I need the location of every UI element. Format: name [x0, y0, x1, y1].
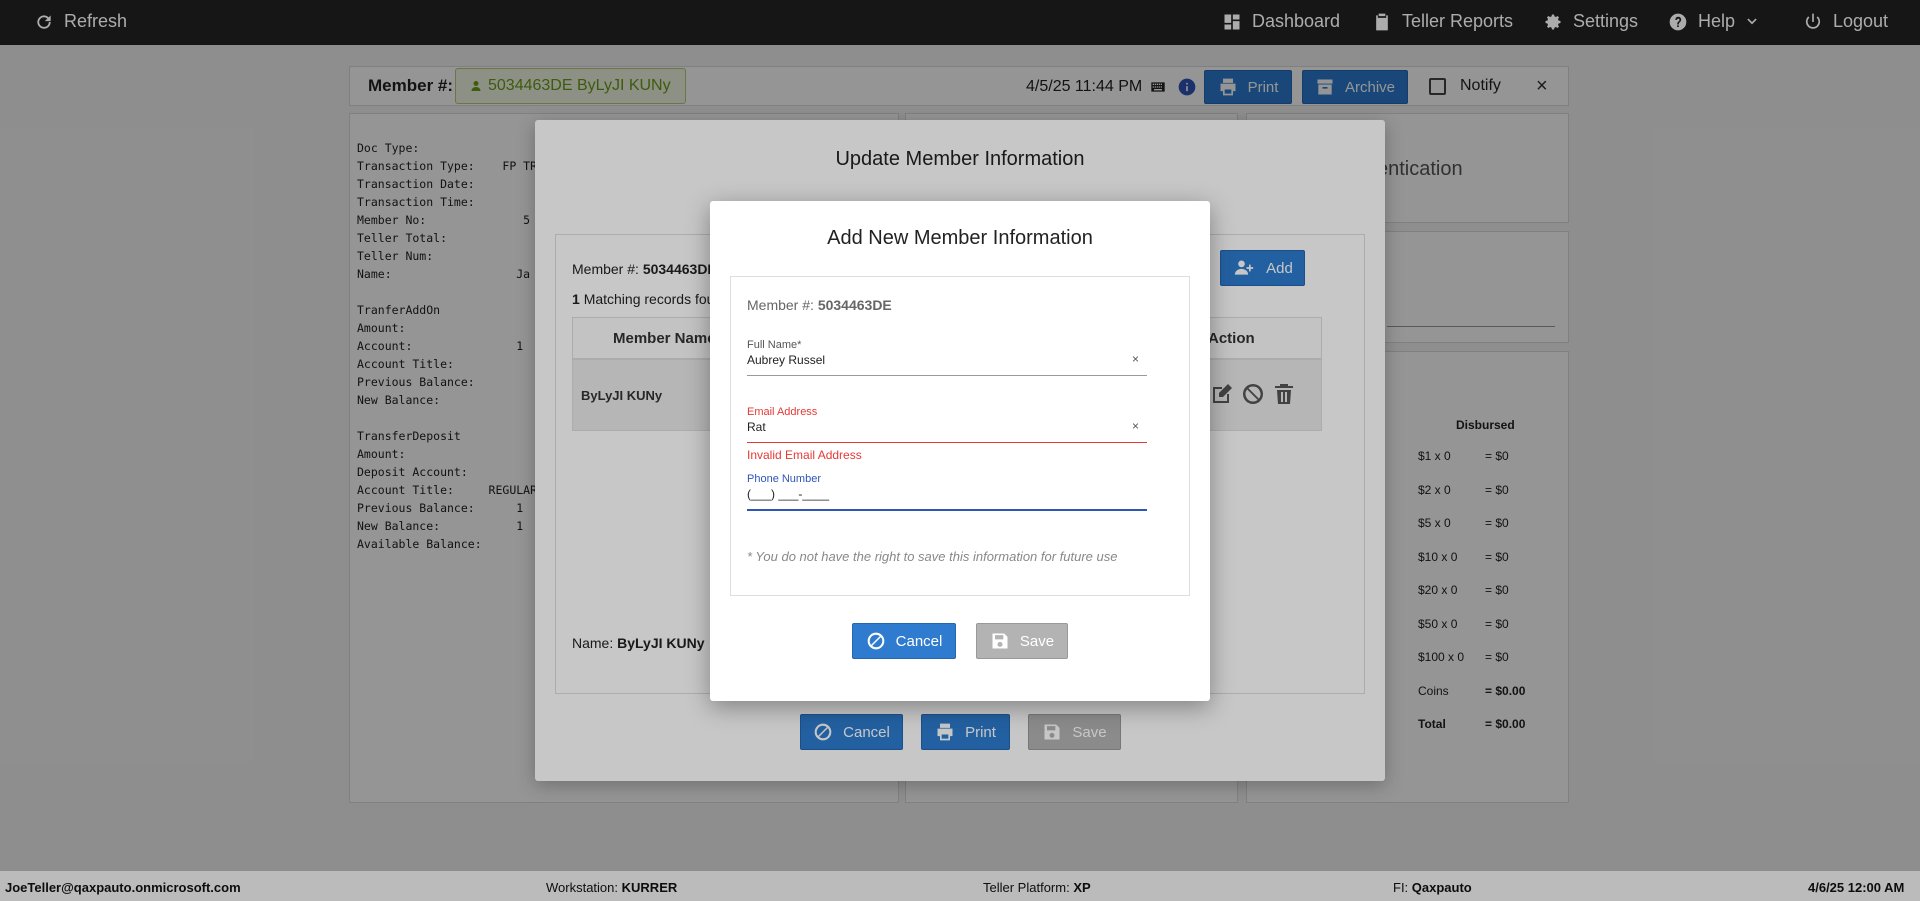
phone-input[interactable]: (___) ___-____ [747, 487, 1147, 505]
email-error-text: Invalid Email Address [747, 448, 862, 462]
save-icon [992, 633, 1008, 649]
email-field[interactable]: Email Address Rat × Invalid Email Addres… [747, 406, 1147, 462]
full-name-input[interactable]: Aubrey Russel [747, 353, 1147, 371]
add-member-modal: Add New Member Information Member #: 503… [710, 201, 1210, 701]
add-member-title: Add New Member Information [827, 227, 1093, 249]
full-name-field[interactable]: Full Name* Aubrey Russel × [747, 339, 1147, 376]
phone-field[interactable]: Phone Number (___) ___-____ [747, 473, 1147, 511]
inner-save-button[interactable]: Save [976, 623, 1068, 659]
cancel-icon [867, 632, 884, 650]
disclaimer-text: * You do not have the right to save this… [747, 549, 1118, 564]
inner-cancel-button[interactable]: Cancel [852, 623, 956, 659]
clear-full-name-icon[interactable]: × [1132, 352, 1139, 366]
inner-member-number: Member #: 5034463DE [747, 297, 892, 313]
add-member-form: Member #: 5034463DE Full Name* Aubrey Ru… [730, 276, 1190, 596]
clear-email-icon[interactable]: × [1132, 419, 1139, 433]
email-input[interactable]: Rat [747, 420, 1147, 438]
